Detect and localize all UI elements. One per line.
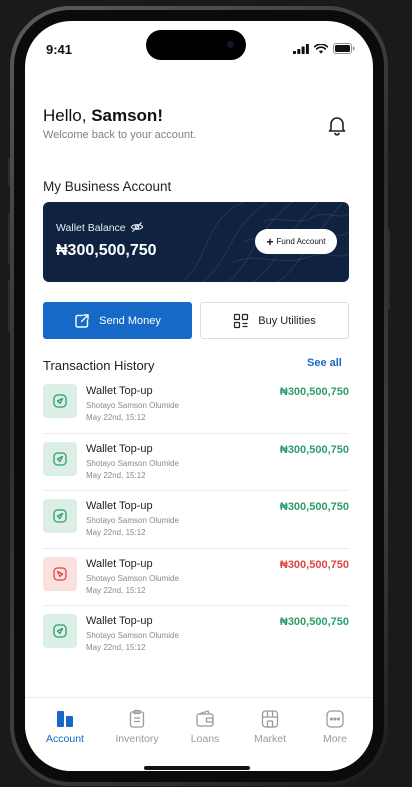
transaction-person: Shotayo Samson Olumide: [86, 401, 179, 410]
transaction-date: May 22nd, 15:12: [86, 470, 146, 480]
incoming-arrow-icon: [53, 509, 67, 523]
nav-item-loans[interactable]: Loans: [175, 708, 235, 745]
transaction-row[interactable]: Wallet Top-up Shotayo Samson Olumide May…: [43, 491, 349, 549]
send-external-icon: [75, 313, 89, 328]
transaction-row[interactable]: Wallet Top-up Shotayo Samson Olumide May…: [43, 434, 349, 491]
buy-utilities-button[interactable]: Buy Utilities: [200, 302, 349, 339]
greeting-prefix: Hello,: [43, 106, 92, 125]
hide-balance-eye-icon[interactable]: [130, 220, 144, 234]
transaction-name: Wallet Top-up: [86, 615, 153, 627]
plus-icon: +: [266, 234, 274, 249]
buy-utilities-label: Buy Utilities: [258, 314, 316, 327]
wallet-balance-amount: ₦300,500,750: [56, 242, 157, 259]
user-name: Samson!: [91, 106, 163, 125]
transaction-amount: ₦300,500,750: [279, 443, 349, 456]
fund-account-button[interactable]: + Fund Account: [255, 229, 337, 254]
transaction-row[interactable]: Wallet Top-up Shotayo Samson Olumide May…: [43, 606, 349, 664]
transaction-name: Wallet Top-up: [86, 500, 153, 512]
dynamic-island: [146, 30, 246, 60]
wallet-card: Wallet Balance ₦300,500,750 + Fund Accou…: [43, 202, 349, 282]
transaction-amount: ₦300,500,750: [279, 616, 349, 628]
transaction-person: Shotayo Samson Olumide: [86, 458, 179, 468]
market-icon: [261, 710, 279, 728]
account-icon: [57, 711, 73, 727]
transaction-date: May 22nd, 15:12: [86, 585, 146, 595]
wifi-icon: [314, 43, 328, 54]
nav-item-more[interactable]: More: [305, 708, 365, 745]
bottom-navigation: Account Inventory Loans Market More: [25, 697, 373, 771]
phone-bezel: 9:41 Hello, Samson! Welcome back to your…: [14, 10, 384, 782]
nav-item-account[interactable]: Account: [35, 708, 95, 745]
transaction-person: Shotayo Samson Olumide: [86, 573, 179, 583]
transaction-row[interactable]: Wallet Top-up Shotayo Samson Olumide May…: [43, 549, 349, 606]
send-money-label: Send Money: [99, 314, 161, 327]
send-money-button[interactable]: Send Money: [43, 302, 192, 339]
incoming-arrow-icon: [53, 624, 67, 638]
transaction-date: May 22nd, 15:12: [86, 643, 146, 652]
incoming-transaction-icon-box: [43, 441, 77, 476]
incoming-arrow-icon: [53, 394, 67, 408]
nav-label-market: Market: [253, 733, 287, 745]
welcome-subtitle: Welcome back to your account.: [43, 129, 197, 141]
transaction-person: Shotayo Samson Olumide: [86, 516, 179, 525]
transaction-amount: ₦300,500,750: [279, 558, 349, 571]
outgoing-arrow-icon: [53, 566, 67, 581]
inventory-icon: [129, 709, 145, 728]
incoming-transaction-icon-box: [43, 614, 77, 648]
home-indicator: [144, 766, 250, 770]
nav-label-inventory: Inventory: [115, 733, 159, 745]
greeting: Hello, Samson!: [43, 106, 163, 126]
outgoing-transaction-icon-box: [43, 556, 77, 591]
status-time: 9:41: [46, 42, 73, 57]
transaction-date: May 22nd, 15:12: [86, 528, 146, 537]
wallet-icon: [196, 710, 214, 727]
notification-bell-icon[interactable]: [325, 113, 349, 137]
status-bar: 9:41: [25, 21, 373, 71]
fund-account-label: Fund Account: [276, 237, 326, 246]
phone-frame: 9:41 Hello, Samson! Welcome back to your…: [10, 6, 388, 786]
utilities-grid-icon: [234, 313, 249, 328]
nav-label-account: Account: [46, 733, 84, 745]
transaction-amount: ₦300,500,750: [279, 386, 349, 398]
wallet-balance-label: Wallet Balance: [56, 222, 126, 234]
business-account-title: My Business Account: [43, 179, 172, 194]
see-all-link[interactable]: See all: [307, 357, 342, 369]
incoming-transaction-icon-box: [43, 384, 77, 418]
nav-label-more: More: [323, 733, 347, 745]
incoming-arrow-icon: [53, 451, 67, 466]
nav-item-inventory[interactable]: Inventory: [107, 708, 167, 745]
app-screen: 9:41 Hello, Samson! Welcome back to your…: [25, 21, 373, 771]
transaction-date: May 22nd, 15:12: [86, 413, 146, 422]
transaction-name: Wallet Top-up: [86, 442, 153, 455]
cellular-signal-icon: [293, 43, 309, 54]
incoming-transaction-icon-box: [43, 499, 77, 533]
transaction-amount: ₦300,500,750: [279, 501, 349, 513]
battery-icon: [333, 43, 355, 54]
transaction-person: Shotayo Samson Olumide: [86, 631, 179, 640]
transaction-name: Wallet Top-up: [86, 557, 153, 570]
transaction-row[interactable]: Wallet Top-up Shotayo Samson Olumide May…: [43, 376, 349, 434]
nav-item-market[interactable]: Market: [240, 708, 300, 745]
camera-icon: [227, 41, 234, 48]
transaction-name: Wallet Top-up: [86, 385, 153, 397]
transaction-list: Wallet Top-up Shotayo Samson Olumide May…: [43, 376, 349, 664]
more-icon: [326, 710, 344, 728]
transaction-history-title: Transaction History: [43, 358, 155, 373]
status-icons: [293, 43, 355, 54]
nav-label-loans: Loans: [190, 733, 220, 745]
